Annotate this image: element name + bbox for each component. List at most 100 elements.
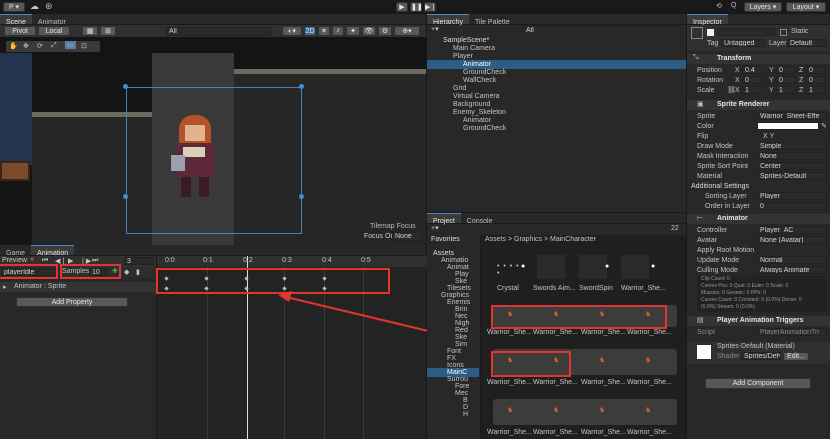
sprites-highlight-2: [491, 351, 571, 377]
project-tree: Favorites Assets Animatio Animat Play Sk…: [427, 235, 479, 439]
breadcrumb-graphics[interactable]: Graphics: [514, 236, 542, 243]
info-line: Muscles: 0 Generic: 0 PPtr: 0: [701, 290, 767, 296]
project-panel: Project Console +▾ 22 Favorites Assets An…: [427, 213, 686, 439]
shader-dropdown[interactable]: Sprites/Def▾: [741, 352, 781, 360]
gameobject-header: Static Tag Untagged Layer Default: [687, 25, 830, 51]
asset-label: Crystal: [497, 285, 519, 292]
order-field[interactable]: 0: [757, 202, 827, 210]
anim-label: Apply Root Motion: [697, 247, 755, 254]
asset-warrior-thumb[interactable]: [621, 255, 649, 279]
script-label: Script: [697, 329, 715, 336]
scale-z[interactable]: 1: [806, 86, 826, 94]
mask-dropdown[interactable]: None: [757, 152, 827, 160]
rotation-x[interactable]: 0: [742, 76, 766, 84]
sprite-frame[interactable]: ♞: [553, 406, 559, 414]
add-object-icon[interactable]: +▾: [431, 25, 439, 33]
asset-swordspin-thumb[interactable]: [579, 255, 607, 279]
sort-point-dropdown[interactable]: Center: [757, 162, 827, 170]
active-checkbox[interactable]: [707, 29, 714, 36]
additional-settings[interactable]: Additional Settings: [687, 182, 830, 191]
sprite-frame[interactable]: ♞: [507, 406, 513, 414]
script-field[interactable]: PlayerAnimationTri: [757, 328, 827, 336]
asset-label: Warrior_She...: [581, 379, 626, 386]
breadcrumb-assets[interactable]: Assets: [485, 236, 506, 243]
create-asset-icon[interactable]: +▾: [431, 224, 439, 232]
info-line: (0.0%) Stream: 0 (0.0%): [701, 304, 755, 310]
triggers-header[interactable]: ▤ Player Animation Triggers: [687, 316, 830, 326]
controller-field[interactable]: Player_AC: [757, 226, 827, 234]
rotation-row: Rotation X0 Y0 Z0: [687, 76, 830, 85]
asset-label: Warrior_She...: [621, 285, 666, 292]
anim-row: Avatar None (Avatar): [687, 236, 830, 245]
play-icon[interactable]: ●: [521, 263, 525, 270]
update-mode-dropdown[interactable]: Normal: [757, 256, 827, 264]
animator-header[interactable]: ⊢ Animator: [687, 214, 830, 224]
scale-label: Scale: [697, 87, 715, 94]
sprite-frame[interactable]: ♞: [645, 356, 651, 364]
tag-label: Tag: [707, 40, 719, 47]
asset-label: Warrior_She...: [487, 329, 532, 336]
rotation-z[interactable]: 0: [806, 76, 826, 84]
avatar-field[interactable]: None (Avatar): [757, 236, 827, 244]
layer-label: Layer: [769, 40, 787, 47]
sprite-frame[interactable]: ♞: [645, 406, 651, 414]
anim-row: Controller Player_AC: [687, 226, 830, 235]
position-z[interactable]: 0: [806, 66, 826, 74]
rotation-y[interactable]: 0: [776, 76, 796, 84]
asset-swords-thumb[interactable]: [537, 255, 565, 279]
anim-label: Avatar: [697, 237, 718, 244]
asset-crystal-thumb[interactable]: • • • • •: [495, 255, 523, 279]
scale-x[interactable]: 1: [742, 86, 766, 94]
transform-icon: ⤡: [693, 54, 699, 61]
tab-project[interactable]: Project: [427, 213, 461, 225]
transform-header[interactable]: ⤡ Transform: [687, 54, 830, 64]
favorites-item[interactable]: Favorites: [427, 235, 479, 244]
asset-label: Warrior_She...: [487, 429, 532, 436]
sprite-frame[interactable]: ♞: [599, 356, 605, 364]
tab-tile-palette[interactable]: Tile Palette: [469, 15, 516, 26]
tree-item[interactable]: H: [427, 410, 479, 419]
asset-label: Warrior_She...: [581, 429, 626, 436]
scale-y[interactable]: 1: [776, 86, 796, 94]
order-label: Order in Layer: [705, 203, 750, 210]
color-field[interactable]: [757, 122, 819, 130]
static-checkbox[interactable]: [780, 29, 787, 36]
play-icon[interactable]: ●: [605, 263, 609, 270]
sprite-field[interactable]: Warrior_Sheet-Effe: [757, 112, 827, 120]
tab-hierarchy[interactable]: Hierarchy: [427, 14, 469, 26]
add-component-button[interactable]: Add Component: [705, 378, 811, 389]
asset-label: Warrior_She...: [487, 379, 532, 386]
hierarchy-item[interactable]: GroundCheck: [427, 124, 686, 133]
material-title: Sprites-Default (Material): [717, 343, 795, 350]
anim-label: Update Mode: [697, 257, 740, 264]
draw-mode-dropdown[interactable]: Simple: [757, 142, 827, 150]
sr-row: Flip X Y: [687, 132, 830, 141]
position-y[interactable]: 0: [776, 66, 796, 74]
position-x[interactable]: 0.4: [742, 66, 766, 74]
hierarchy-search-input[interactable]: All: [523, 26, 681, 34]
sr-label: Sprite: [697, 113, 716, 120]
root-motion-checkbox[interactable]: [757, 246, 765, 254]
sprite-renderer-header[interactable]: ▣ Sprite Renderer: [687, 100, 830, 110]
sprite-frame[interactable]: ♞: [599, 406, 605, 414]
breadcrumb-maincharacter[interactable]: MainCharacter: [550, 236, 596, 243]
eyedropper-icon[interactable]: ✎: [821, 122, 827, 131]
play-icon[interactable]: ●: [651, 263, 655, 270]
culling-mode-dropdown[interactable]: Always Animate: [757, 266, 827, 274]
tab-console[interactable]: Console: [461, 214, 499, 225]
edit-material-button[interactable]: Edit...: [783, 352, 809, 361]
position-label: Position: [697, 67, 722, 74]
gameobject-icon: [691, 27, 703, 39]
sr-label: Mask Interaction: [697, 153, 749, 160]
layer-dropdown[interactable]: Default: [787, 39, 827, 47]
flip-value[interactable]: X Y: [763, 132, 774, 141]
anim-row: Update Mode Normal: [687, 256, 830, 265]
gameobject-name-field[interactable]: [717, 28, 775, 36]
material-field[interactable]: Sprites-Default: [757, 172, 827, 180]
script-icon: ▤: [697, 317, 704, 324]
tab-inspector[interactable]: Inspector: [687, 14, 728, 26]
sr-row: Draw Mode Simple: [687, 142, 830, 151]
anim-label: Controller: [697, 227, 728, 234]
sorting-layer-dropdown[interactable]: Player: [757, 192, 827, 200]
tag-dropdown[interactable]: Untagged: [721, 39, 765, 47]
